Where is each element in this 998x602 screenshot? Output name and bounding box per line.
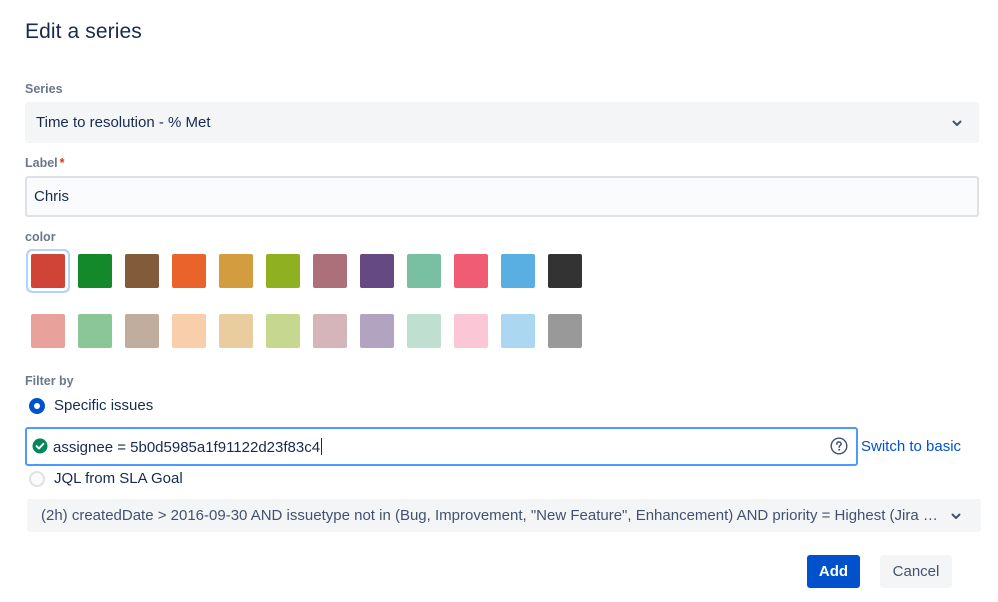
color-label: color — [25, 230, 56, 244]
label-field-label-text: Label — [25, 156, 58, 170]
color-swatch[interactable] — [266, 314, 300, 348]
series-select[interactable]: Time to resolution - % Met — [25, 102, 979, 143]
color-swatch[interactable] — [454, 314, 488, 348]
label-input-value: Chris — [34, 188, 70, 205]
jql-input-text: assignee = 5b0d5985a1f91122d23f83c4 — [53, 439, 321, 456]
filter-by-label: Filter by — [25, 374, 74, 388]
color-swatch[interactable] — [125, 314, 159, 348]
color-swatch[interactable] — [31, 254, 65, 288]
color-swatch[interactable] — [407, 314, 441, 348]
label-input[interactable]: Chris — [25, 176, 979, 217]
add-button[interactable]: Add — [807, 555, 860, 588]
jql-input-value: assignee = 5b0d5985a1f91122d23f83c4 — [53, 438, 323, 456]
color-swatch[interactable] — [407, 254, 441, 288]
color-swatch[interactable] — [360, 254, 394, 288]
jql-input[interactable]: assignee = 5b0d5985a1f91122d23f83c4 — [25, 427, 858, 466]
series-label: Series — [25, 82, 63, 96]
color-swatch[interactable] — [266, 254, 300, 288]
help-icon[interactable] — [830, 437, 848, 455]
chevron-down-icon — [949, 509, 963, 523]
label-field-label: Label * — [25, 156, 65, 170]
sla-goal-select[interactable]: (2h) createdDate > 2016-09-30 AND issuet… — [27, 499, 981, 532]
radio-specific-issues-label: Specific issues — [54, 397, 154, 414]
color-swatch[interactable] — [548, 314, 582, 348]
radio-button-unselected[interactable] — [29, 471, 45, 487]
text-caret — [321, 438, 323, 455]
check-circle-icon — [32, 438, 48, 454]
dialog-title: Edit a series — [25, 20, 142, 43]
color-swatch[interactable] — [219, 254, 253, 288]
color-swatch[interactable] — [219, 314, 253, 348]
series-select-value: Time to resolution - % Met — [36, 114, 211, 131]
color-swatch[interactable] — [360, 314, 394, 348]
edit-series-dialog: Edit a series Series Time to resolution … — [0, 0, 998, 602]
sla-goal-select-value: (2h) createdDate > 2016-09-30 AND issuet… — [41, 507, 947, 524]
color-swatch[interactable] — [31, 314, 65, 348]
switch-to-basic-link[interactable]: Switch to basic — [861, 438, 961, 455]
cancel-button[interactable]: Cancel — [880, 555, 952, 588]
color-swatch[interactable] — [78, 314, 112, 348]
color-swatch[interactable] — [125, 254, 159, 288]
color-swatch[interactable] — [313, 254, 347, 288]
chevron-down-icon — [950, 116, 964, 130]
color-swatch[interactable] — [548, 254, 582, 288]
color-swatch[interactable] — [454, 254, 488, 288]
radio-jql-sla-goal-label: JQL from SLA Goal — [54, 470, 183, 487]
color-swatch[interactable] — [172, 254, 206, 288]
color-swatch[interactable] — [78, 254, 112, 288]
color-swatch[interactable] — [501, 254, 535, 288]
color-swatch[interactable] — [501, 314, 535, 348]
color-swatch[interactable] — [313, 314, 347, 348]
required-marker: * — [59, 156, 65, 170]
radio-button-selected[interactable] — [29, 398, 45, 414]
color-swatch[interactable] — [172, 314, 206, 348]
